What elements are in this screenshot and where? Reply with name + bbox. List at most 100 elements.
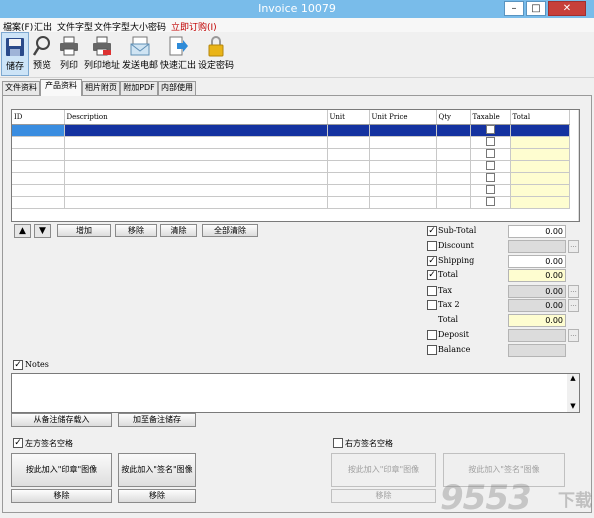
table-cell[interactable]: [510, 124, 570, 137]
column-header-unit[interactable]: Unit: [327, 110, 370, 125]
table-cell[interactable]: [470, 160, 511, 173]
notes-scroll-down-icon[interactable]: ▼: [567, 402, 579, 410]
deposit-field[interactable]: [508, 329, 566, 342]
tab-attach-pdf[interactable]: 附加PDF: [120, 81, 158, 95]
left-add-signature-button[interactable]: 按此加入"签名"图像: [118, 453, 196, 487]
maximize-button[interactable]: □: [526, 1, 546, 16]
table-cell[interactable]: [436, 160, 471, 173]
table-cell[interactable]: [510, 136, 570, 149]
tab-photo-attachment[interactable]: 相片附页: [82, 81, 120, 95]
table-cell[interactable]: [436, 172, 471, 185]
table-cell[interactable]: [327, 148, 370, 161]
table-cell[interactable]: [436, 196, 471, 209]
notes-scroll-up-icon[interactable]: ▲: [567, 374, 579, 382]
left-signature-checkbox[interactable]: ✓: [13, 438, 23, 448]
taxable-checkbox[interactable]: [485, 125, 495, 134]
table-cell[interactable]: [369, 160, 437, 173]
table-cell[interactable]: [64, 136, 328, 149]
table-cell[interactable]: [436, 148, 471, 161]
move-down-button[interactable]: ▼: [34, 224, 51, 238]
table-cell[interactable]: [64, 196, 328, 209]
tax2-checkbox[interactable]: [427, 300, 437, 310]
table-cell[interactable]: [327, 196, 370, 209]
table-cell[interactable]: [12, 172, 65, 185]
taxable-checkbox[interactable]: [485, 161, 495, 170]
table-cell[interactable]: [369, 124, 437, 137]
load-notes-button[interactable]: 从备注储存载入: [11, 413, 112, 427]
table-cell[interactable]: [470, 184, 511, 197]
right-add-stamp-button[interactable]: 按此加入"印章"图像: [331, 453, 436, 487]
table-cell[interactable]: [12, 160, 65, 173]
print-address-button[interactable]: 列印地址: [84, 32, 120, 76]
table-cell[interactable]: [470, 172, 511, 185]
tax-field[interactable]: 0.00: [508, 285, 566, 298]
table-row[interactable]: [12, 184, 570, 197]
notes-textarea[interactable]: ▲ ▼: [11, 373, 580, 413]
tax-ellipsis-button[interactable]: ...: [568, 285, 579, 298]
table-row[interactable]: [12, 196, 570, 209]
table-cell[interactable]: [64, 124, 328, 137]
column-header-taxable[interactable]: Taxable: [470, 110, 511, 125]
table-cell[interactable]: [510, 172, 570, 185]
right-remove-stamp-button[interactable]: 移除: [331, 489, 436, 503]
tab-product-info[interactable]: 产品资料: [40, 79, 82, 96]
notes-checkbox[interactable]: ✓: [13, 360, 23, 370]
subtotal-checkbox[interactable]: ✓: [427, 226, 437, 236]
clear-all-button[interactable]: 全部清除: [202, 224, 258, 237]
column-header-total[interactable]: Total: [510, 110, 570, 125]
table-cell[interactable]: [64, 148, 328, 161]
minimize-button[interactable]: –: [504, 1, 524, 16]
taxable-checkbox[interactable]: [485, 197, 495, 206]
table-cell[interactable]: [510, 184, 570, 197]
table-cell[interactable]: [327, 136, 370, 149]
table-row[interactable]: [12, 124, 570, 137]
quick-export-button[interactable]: 快速汇出: [160, 32, 196, 76]
table-cell[interactable]: [12, 196, 65, 209]
table-cell[interactable]: [369, 172, 437, 185]
table-cell[interactable]: [369, 184, 437, 197]
taxable-checkbox[interactable]: [485, 173, 495, 182]
balance-checkbox[interactable]: [427, 345, 437, 355]
table-cell[interactable]: [510, 196, 570, 209]
discount-field[interactable]: [508, 240, 566, 253]
tax2-field[interactable]: 0.00: [508, 299, 566, 312]
preview-button[interactable]: 预览: [31, 32, 53, 76]
table-cell[interactable]: [327, 184, 370, 197]
print-button[interactable]: 列印: [56, 32, 82, 76]
tab-document-info[interactable]: 文件资料: [2, 81, 40, 95]
scroll-down-icon[interactable]: ▼: [579, 208, 580, 221]
close-button[interactable]: ✕: [548, 1, 586, 16]
left-add-stamp-button[interactable]: 按此加入"印章"图像: [11, 453, 112, 487]
deposit-ellipsis-button[interactable]: ...: [568, 329, 579, 342]
column-header-id[interactable]: ID: [12, 110, 65, 125]
shipping-field[interactable]: 0.00: [508, 255, 566, 268]
table-cell[interactable]: [470, 148, 511, 161]
move-up-button[interactable]: ▲: [14, 224, 31, 238]
save-button[interactable]: 储存: [1, 32, 29, 76]
table-cell[interactable]: [436, 184, 471, 197]
table-row[interactable]: [12, 172, 570, 185]
table-cell[interactable]: [470, 124, 511, 137]
total1-checkbox[interactable]: ✓: [427, 270, 437, 280]
discount-ellipsis-button[interactable]: ...: [568, 240, 579, 253]
table-cell[interactable]: [12, 184, 65, 197]
table-cell[interactable]: [327, 172, 370, 185]
table-cell[interactable]: [436, 124, 471, 137]
taxable-checkbox[interactable]: [485, 137, 495, 146]
table-cell[interactable]: [64, 184, 328, 197]
table-row[interactable]: [12, 136, 570, 149]
balance-field[interactable]: [508, 344, 566, 357]
right-signature-checkbox[interactable]: [333, 438, 343, 448]
table-cell[interactable]: [12, 148, 65, 161]
taxable-checkbox[interactable]: [485, 149, 495, 158]
discount-checkbox[interactable]: [427, 241, 437, 251]
table-cell[interactable]: [327, 160, 370, 173]
deposit-checkbox[interactable]: [427, 330, 437, 340]
tax2-ellipsis-button[interactable]: ...: [568, 299, 579, 312]
table-cell[interactable]: [12, 136, 65, 149]
column-header-qty[interactable]: Qty: [436, 110, 471, 125]
taxable-checkbox[interactable]: [485, 185, 495, 194]
clear-button[interactable]: 清除: [160, 224, 197, 237]
notes-scrollbar[interactable]: ▲ ▼: [567, 374, 579, 412]
tab-internal-use[interactable]: 内部使用: [158, 81, 196, 95]
